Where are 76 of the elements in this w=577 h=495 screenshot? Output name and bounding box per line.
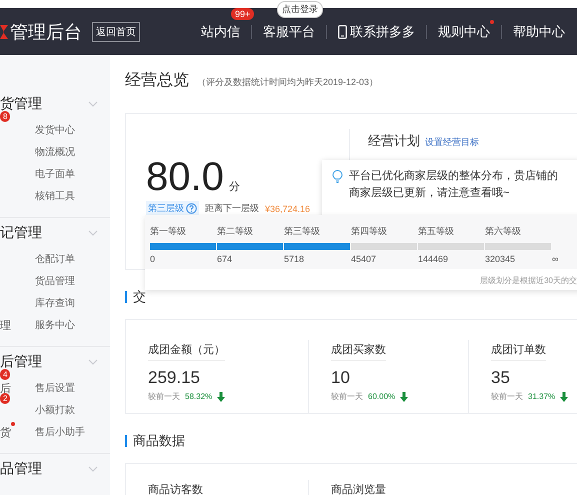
compare-label: 较前一天 <box>148 391 180 402</box>
section-heading: 商品数据 <box>133 432 185 450</box>
section-title[interactable]: 货管理 <box>0 95 42 113</box>
count-badge: 99+ <box>231 8 254 20</box>
tier-label: 第三等级 <box>284 225 321 238</box>
plan-title: 经营计划 <box>368 132 420 150</box>
stat-title: 成团买家数 <box>331 342 386 361</box>
nav-link[interactable]: 帮助中心 <box>509 22 569 40</box>
gap-label: 距离下一层级 <box>205 202 259 215</box>
nav-link[interactable]: 规则中心 <box>434 22 494 40</box>
bulb-icon <box>332 170 343 183</box>
stat-title: 商品浏览量 <box>331 482 386 495</box>
score-value: 80.0 <box>146 157 224 197</box>
tier-threshold: 5718 <box>284 254 306 264</box>
tier-threshold: 0 <box>150 254 156 264</box>
notification-dot <box>490 20 494 24</box>
compare-label: 较前一天 <box>331 391 363 402</box>
change-value: 31.37% <box>528 392 556 401</box>
tier-threshold: 674 <box>217 254 234 264</box>
page-note: （评分及数据统计时间均为昨天2019-12-03） <box>197 76 378 89</box>
menu-item[interactable]: 电子面单 <box>35 167 75 181</box>
stat-title: 商品访客数 <box>148 482 203 495</box>
count-badge: 2 <box>0 392 10 404</box>
stat-value: 35 <box>491 368 511 388</box>
nav-link[interactable]: 客服平台 <box>259 22 319 40</box>
menu-item[interactable]: 售后设置 <box>35 381 75 395</box>
phone-icon <box>338 24 347 38</box>
menu-item[interactable]: 核销工具 <box>35 189 75 203</box>
tier-label: 第六等级 <box>485 225 522 238</box>
tier-label: 第五等级 <box>418 225 455 238</box>
logo-text: 管理后台 <box>10 20 82 44</box>
tier-threshold: 144469 <box>418 254 450 264</box>
section-title[interactable]: 后管理 <box>0 353 42 371</box>
chevron-icon[interactable] <box>88 466 98 472</box>
menu-item[interactable]: 货 <box>0 424 11 440</box>
section-title[interactable]: 品管理 <box>0 460 42 478</box>
change-value: 60.00% <box>368 392 396 401</box>
chevron-icon[interactable] <box>88 101 98 107</box>
tier-label: 第一等级 <box>150 225 187 238</box>
help-icon <box>186 203 197 214</box>
count-badge: 4 <box>0 369 10 380</box>
page-title: 经营总览 <box>125 70 189 91</box>
gap-amount: ¥36,724.16 <box>265 204 310 214</box>
menu-item[interactable]: 后 <box>0 380 11 396</box>
menu-item[interactable]: 货品管理 <box>35 274 75 288</box>
compare-label: 较前一天 <box>491 391 523 402</box>
stat-value: 10 <box>331 368 351 388</box>
count-badge: 8 <box>0 111 10 122</box>
menu-item[interactable]: 物流概况 <box>35 145 75 159</box>
tier-threshold: 45407 <box>351 254 378 264</box>
tier-label: 第二等级 <box>217 225 254 238</box>
menu-item[interactable]: 理 <box>0 318 11 332</box>
menu-item[interactable]: 仓配订单 <box>35 252 75 266</box>
set-goal-link[interactable]: 设置经营目标 <box>425 136 479 149</box>
tier-label: 第四等级 <box>351 225 388 238</box>
nav-link[interactable]: 联系拼多多 <box>334 22 419 40</box>
change-value: 58.32% <box>185 392 212 401</box>
menu-item[interactable]: 售后小助手 <box>35 425 85 439</box>
stat-title: 成团订单数 <box>491 342 546 361</box>
score-unit: 分 <box>228 180 240 194</box>
menu-item[interactable]: 小额打款 <box>35 403 75 417</box>
notice-text: 平台已优化商家层级的整体分布，贵店铺的商家层级已更新，请注意查看哦~ <box>349 168 559 201</box>
menu-item[interactable]: 库存查询 <box>35 296 75 310</box>
tier-threshold: ∞ <box>552 254 560 264</box>
tier-footnote: 层级划分是根据近30天的交 <box>480 276 577 285</box>
menu-item[interactable]: 发货中心 <box>35 123 75 137</box>
stat-title: 成团金额（元） <box>148 342 225 361</box>
section-heading: 交 <box>133 288 146 306</box>
chevron-icon[interactable] <box>88 359 98 365</box>
home-button[interactable]: 返回首页 <box>92 22 140 42</box>
section-title[interactable]: 记管理 <box>0 224 42 242</box>
chevron-icon[interactable] <box>88 230 98 236</box>
tier-threshold: 320345 <box>485 254 516 264</box>
menu-item[interactable]: 服务中心 <box>35 318 75 332</box>
login-bubble[interactable]: 点击登录 <box>277 0 323 18</box>
stat-value: 259.15 <box>148 368 201 388</box>
